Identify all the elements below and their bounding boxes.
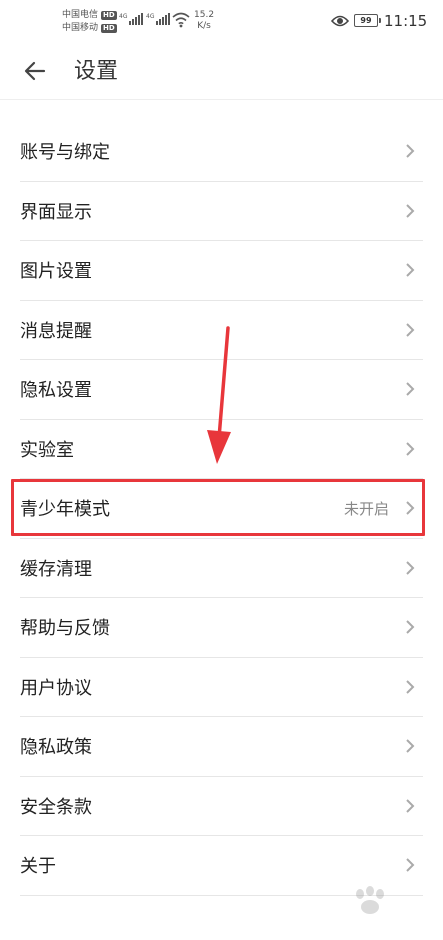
settings-item-privacy-policy[interactable]: 隐私政策 (20, 717, 423, 777)
signal-icon: 4G (119, 13, 144, 25)
settings-item-label: 关于 (20, 856, 56, 878)
network-type-label: 4G (119, 13, 128, 20)
settings-item-label: 账号与绑定 (20, 142, 110, 164)
settings-item-image[interactable]: 图片设置 (20, 241, 423, 301)
settings-item-label: 图片设置 (20, 261, 92, 283)
chevron-right-icon (406, 144, 415, 158)
carrier-2-name: 中国移动 (62, 23, 99, 33)
settings-item-security-terms[interactable]: 安全条款 (20, 777, 423, 836)
chevron-right-icon (406, 382, 415, 396)
chevron-right-icon (406, 263, 415, 277)
speed-unit: K/s (197, 21, 211, 31)
settings-item-label: 用户协议 (20, 677, 92, 699)
settings-item-account-binding[interactable]: 账号与绑定 (20, 122, 423, 182)
chevron-right-icon (406, 620, 415, 634)
settings-item-label: 缓存清理 (20, 558, 92, 580)
back-button[interactable] (18, 56, 52, 86)
chevron-right-icon (406, 680, 415, 694)
chevron-right-icon (406, 858, 415, 872)
chevron-right-icon (406, 739, 415, 753)
chevron-right-icon (406, 442, 415, 456)
page-title: 设置 (74, 59, 119, 84)
arrow-left-icon (24, 61, 46, 81)
settings-item-clear-cache[interactable]: 缓存清理 (20, 539, 423, 598)
chevron-right-icon (406, 799, 415, 813)
settings-item-display[interactable]: 界面显示 (20, 182, 423, 241)
settings-item-label: 界面显示 (20, 201, 92, 223)
settings-item-label: 消息提醒 (20, 320, 92, 342)
settings-item-user-agreement[interactable]: 用户协议 (20, 658, 423, 717)
network-type-label: 4G (146, 13, 155, 20)
signal-icon: 4G (146, 13, 171, 25)
settings-item-label: 实验室 (20, 439, 74, 461)
settings-item-help-feedback[interactable]: 帮助与反馈 (20, 598, 423, 658)
speed-value: 15.2 (194, 10, 215, 20)
annotation-highlight-box (11, 479, 425, 536)
status-bar: 中国电信 HD 中国移动 HD 4G 4G 15.2 K/s 99 11:15 (0, 0, 443, 44)
battery-icon: 99 (354, 14, 381, 27)
hd-badge: HD (101, 11, 117, 20)
chevron-right-icon (406, 323, 415, 337)
annotation-arrow-icon (207, 326, 231, 464)
eye-icon (331, 15, 349, 27)
status-time: 11:15 (384, 12, 428, 30)
chevron-right-icon (406, 204, 415, 218)
settings-item-label: 帮助与反馈 (20, 618, 110, 640)
network-speed: 15.2 K/s (194, 10, 214, 32)
carrier-1-name: 中国电信 (62, 10, 99, 20)
watermark-logo-icon (356, 886, 384, 914)
settings-item-label: 隐私政策 (20, 737, 92, 759)
settings-item-label: 隐私设置 (20, 380, 92, 402)
chevron-right-icon (406, 561, 415, 575)
wifi-icon (172, 12, 190, 28)
hd-badge: HD (101, 24, 117, 33)
carrier-info: 中国电信 HD 中国移动 HD (62, 9, 117, 35)
settings-item-label: 安全条款 (20, 796, 92, 818)
app-header: 设置 (0, 44, 443, 100)
